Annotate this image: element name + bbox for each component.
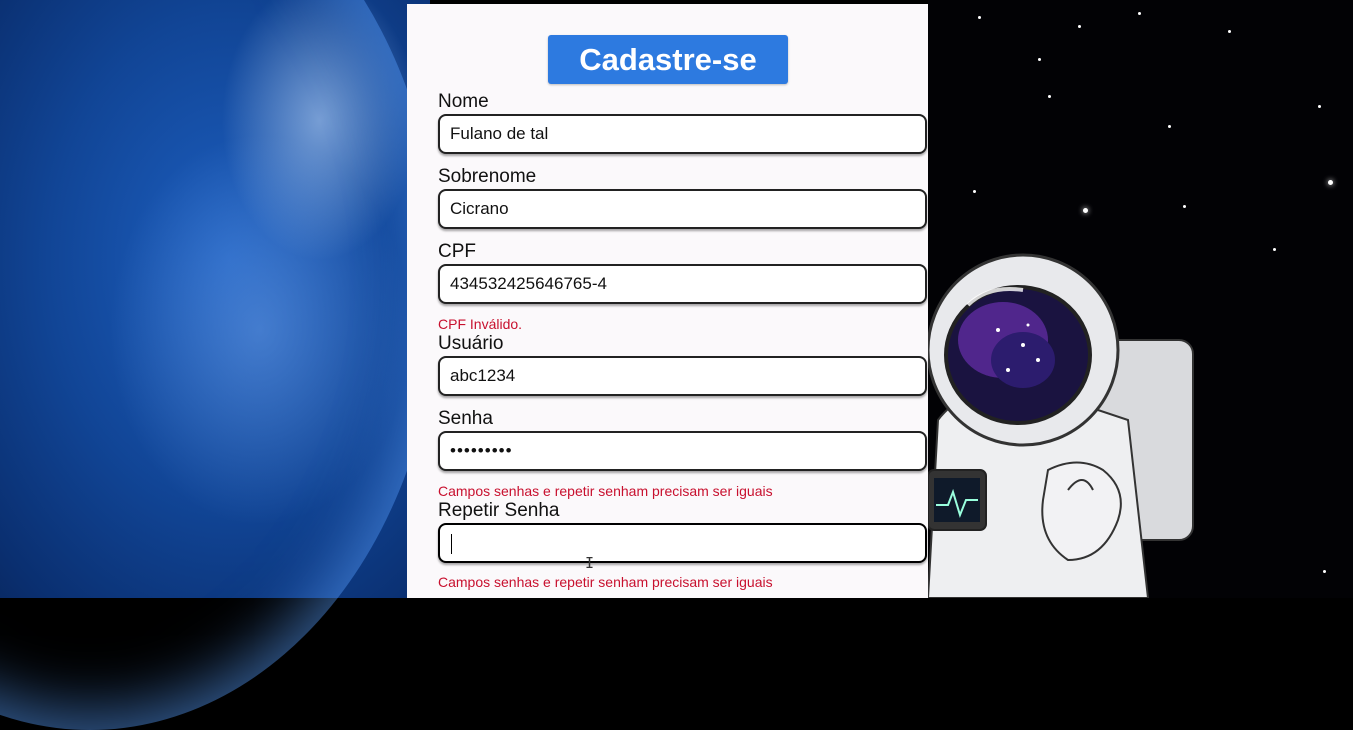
earth-background	[0, 0, 430, 598]
senha-label: Senha	[438, 408, 493, 429]
sobrenome-label: Sobrenome	[438, 166, 537, 187]
repetir-senha-input[interactable]: I	[438, 523, 927, 572]
nome-input[interactable]: Fulano de tal	[438, 114, 927, 154]
signup-form: Cadastre-se Nome Fulano de tal Sobrenome…	[407, 4, 928, 598]
cpf-error-message: CPF Inválido.	[438, 316, 523, 332]
cpf-label: CPF	[438, 241, 476, 262]
cpf-input[interactable]: 434532425646765-4	[438, 264, 927, 304]
nome-label: Nome	[438, 91, 489, 112]
repetir-senha-label: Repetir Senha	[438, 500, 560, 521]
usuario-label: Usuário	[438, 333, 504, 354]
form-title: Cadastre-se	[548, 35, 788, 84]
senha-error-message: Campos senhas e repetir senham precisam …	[438, 483, 773, 499]
astronaut-illustration	[928, 253, 1194, 598]
text-caret	[451, 534, 452, 554]
sobrenome-input[interactable]: Cicrano	[438, 189, 927, 229]
earth-atmosphere	[0, 0, 440, 730]
repetir-senha-error-message: Campos senhas e repetir senham precisam …	[438, 574, 773, 590]
space-background	[928, 0, 1353, 598]
senha-input[interactable]: •••••••••	[438, 431, 927, 471]
usuario-input[interactable]: abc1234	[438, 356, 927, 396]
